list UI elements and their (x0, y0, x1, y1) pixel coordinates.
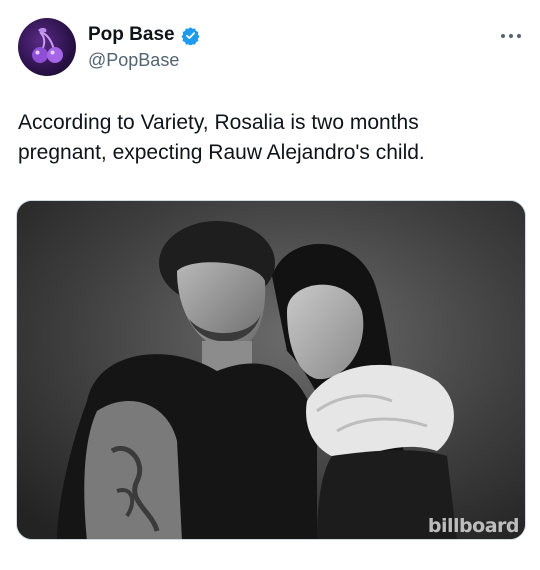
tweet-text: According to Variety, Rosalia is two mon… (18, 111, 425, 164)
billboard-watermark: billboard (427, 515, 520, 537)
cherry-logo-icon (32, 27, 63, 63)
more-horizontal-icon (501, 34, 521, 38)
name-row: Pop Base (88, 24, 200, 46)
avatar[interactable] (18, 18, 76, 76)
more-options-button[interactable] (498, 26, 524, 46)
tweet-card: Pop Base @PopBase According to Variety, … (0, 0, 540, 570)
account-handle[interactable]: @PopBase (88, 50, 179, 71)
verified-badge-icon (181, 26, 200, 46)
photo-image (17, 201, 525, 539)
tweet-photo[interactable]: billboard (16, 200, 526, 540)
display-name[interactable]: Pop Base (88, 24, 175, 46)
